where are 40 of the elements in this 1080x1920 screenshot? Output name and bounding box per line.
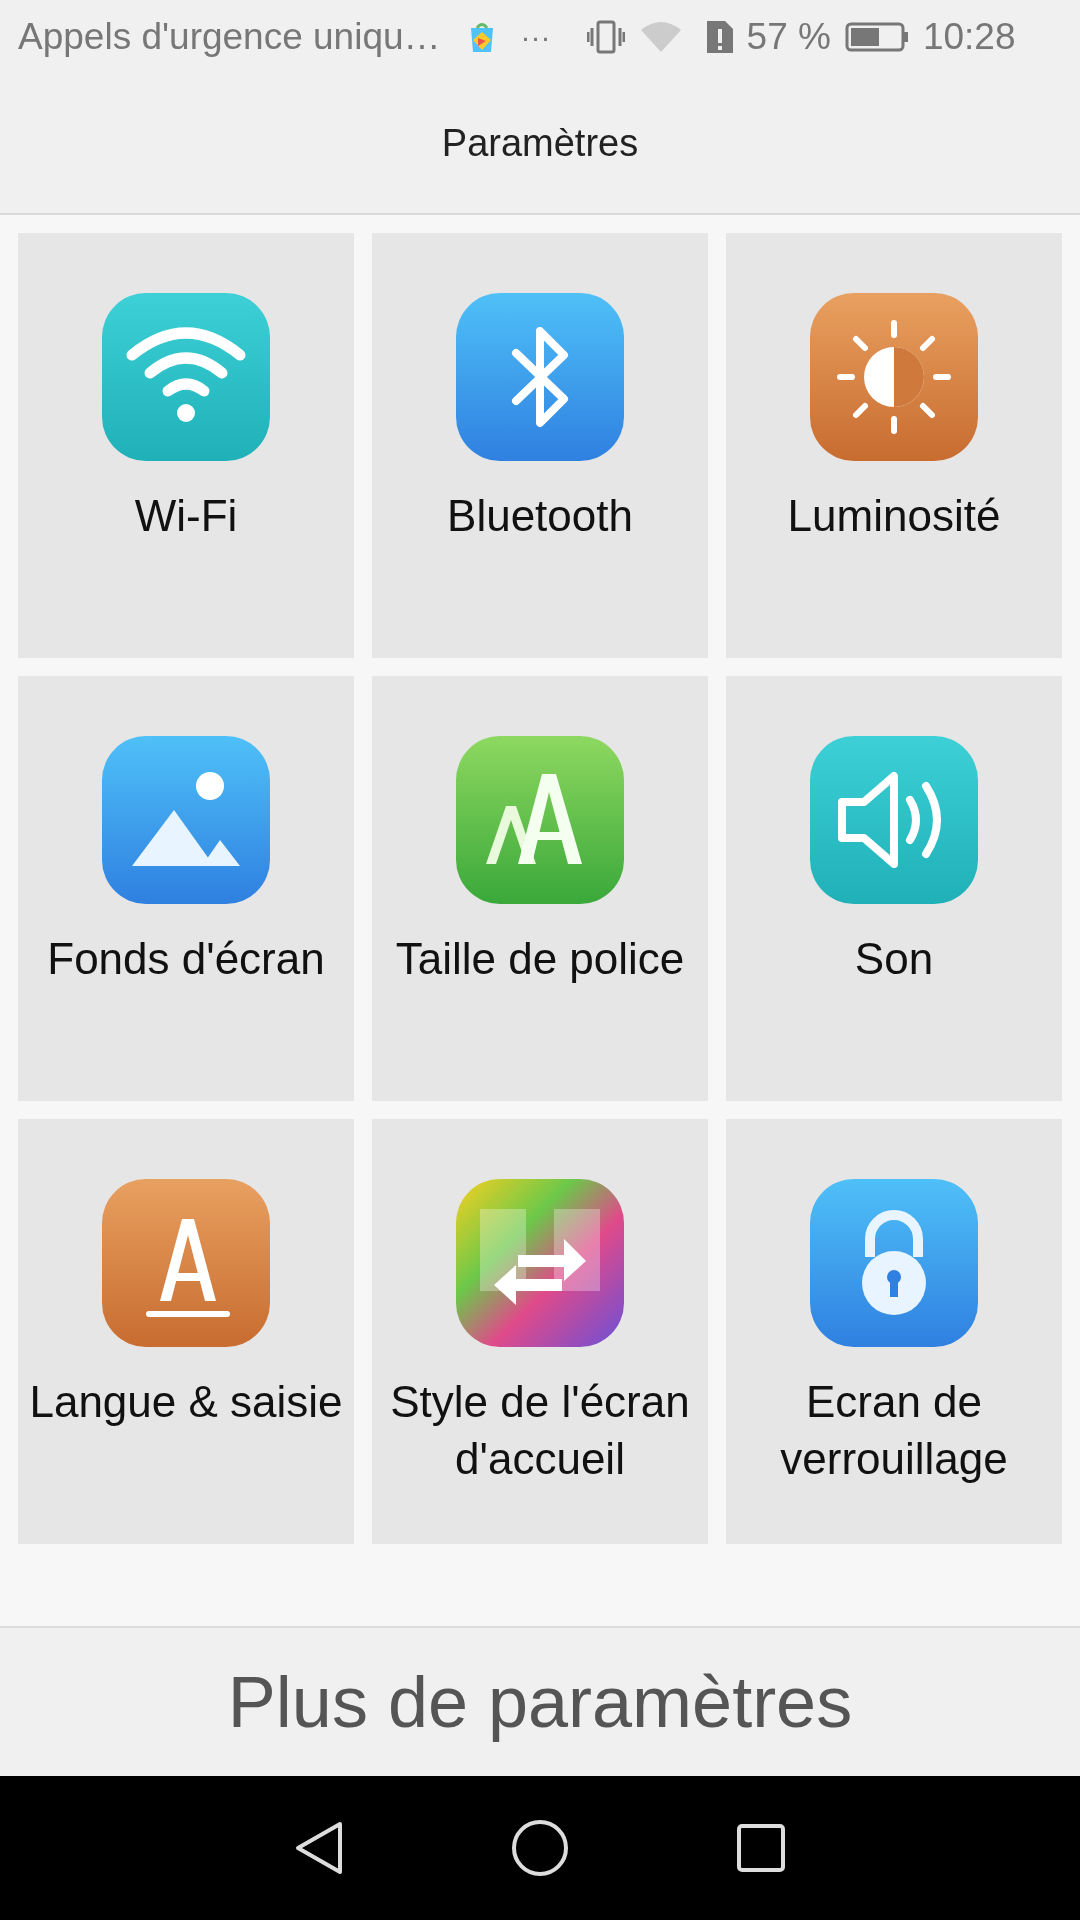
sim-alert-icon	[704, 18, 735, 55]
clock-time: 10:28	[922, 14, 1016, 59]
vibrate-icon	[586, 19, 625, 54]
settings-tile[interactable]: Son	[726, 676, 1062, 1101]
home-icon[interactable]	[511, 1819, 569, 1877]
tile-label: Style de l'écran d'accueil	[389, 1376, 691, 1485]
settings-tile[interactable]: Taille de police	[372, 676, 708, 1101]
mountain-icon	[102, 736, 270, 904]
tile-label: Taille de police	[394, 933, 686, 985]
back-icon[interactable]	[293, 1820, 344, 1876]
settings-tile[interactable]: Luminosité	[726, 233, 1062, 658]
settings-tile[interactable]: Langue & saisie	[18, 1119, 354, 1544]
page-title: Paramètres	[441, 120, 639, 166]
settings-tile[interactable]: Wi-Fi	[18, 233, 354, 658]
font-size-icon	[456, 736, 624, 904]
tile-label: Fonds d'écran	[46, 933, 326, 985]
speaker-icon	[810, 736, 978, 904]
bluetooth-icon	[456, 293, 624, 461]
notification-text: Appels d'urgence uniqu…	[18, 14, 441, 59]
swap-arrows-icon	[456, 1179, 624, 1347]
wifi-icon	[638, 19, 683, 54]
settings-tile[interactable]: Ecran de verrouillage	[726, 1119, 1062, 1544]
tile-label: Son	[853, 933, 935, 985]
sun-icon	[810, 293, 978, 461]
more-settings-button[interactable]: Plus de paramètres	[0, 1626, 1080, 1776]
tile-label: Luminosité	[786, 490, 1002, 542]
tile-label: Bluetooth	[446, 490, 634, 542]
settings-tile[interactable]: Style de l'écran d'accueil	[372, 1119, 708, 1544]
battery-icon	[844, 21, 909, 52]
more-notifications: ···	[520, 19, 551, 55]
tile-label: Langue & saisie	[28, 1376, 344, 1428]
padlock-icon	[810, 1179, 978, 1347]
tile-label: Ecran de verrouillage	[779, 1376, 1009, 1485]
wifi-icon	[102, 293, 270, 461]
settings-tile[interactable]: Bluetooth	[372, 233, 708, 658]
letter-icon	[102, 1179, 270, 1347]
battery-percent: 57 %	[746, 14, 831, 59]
recent-apps-icon[interactable]	[736, 1823, 787, 1873]
tile-label: Wi-Fi	[133, 490, 239, 542]
settings-tile[interactable]: Fonds d'écran	[18, 676, 354, 1101]
